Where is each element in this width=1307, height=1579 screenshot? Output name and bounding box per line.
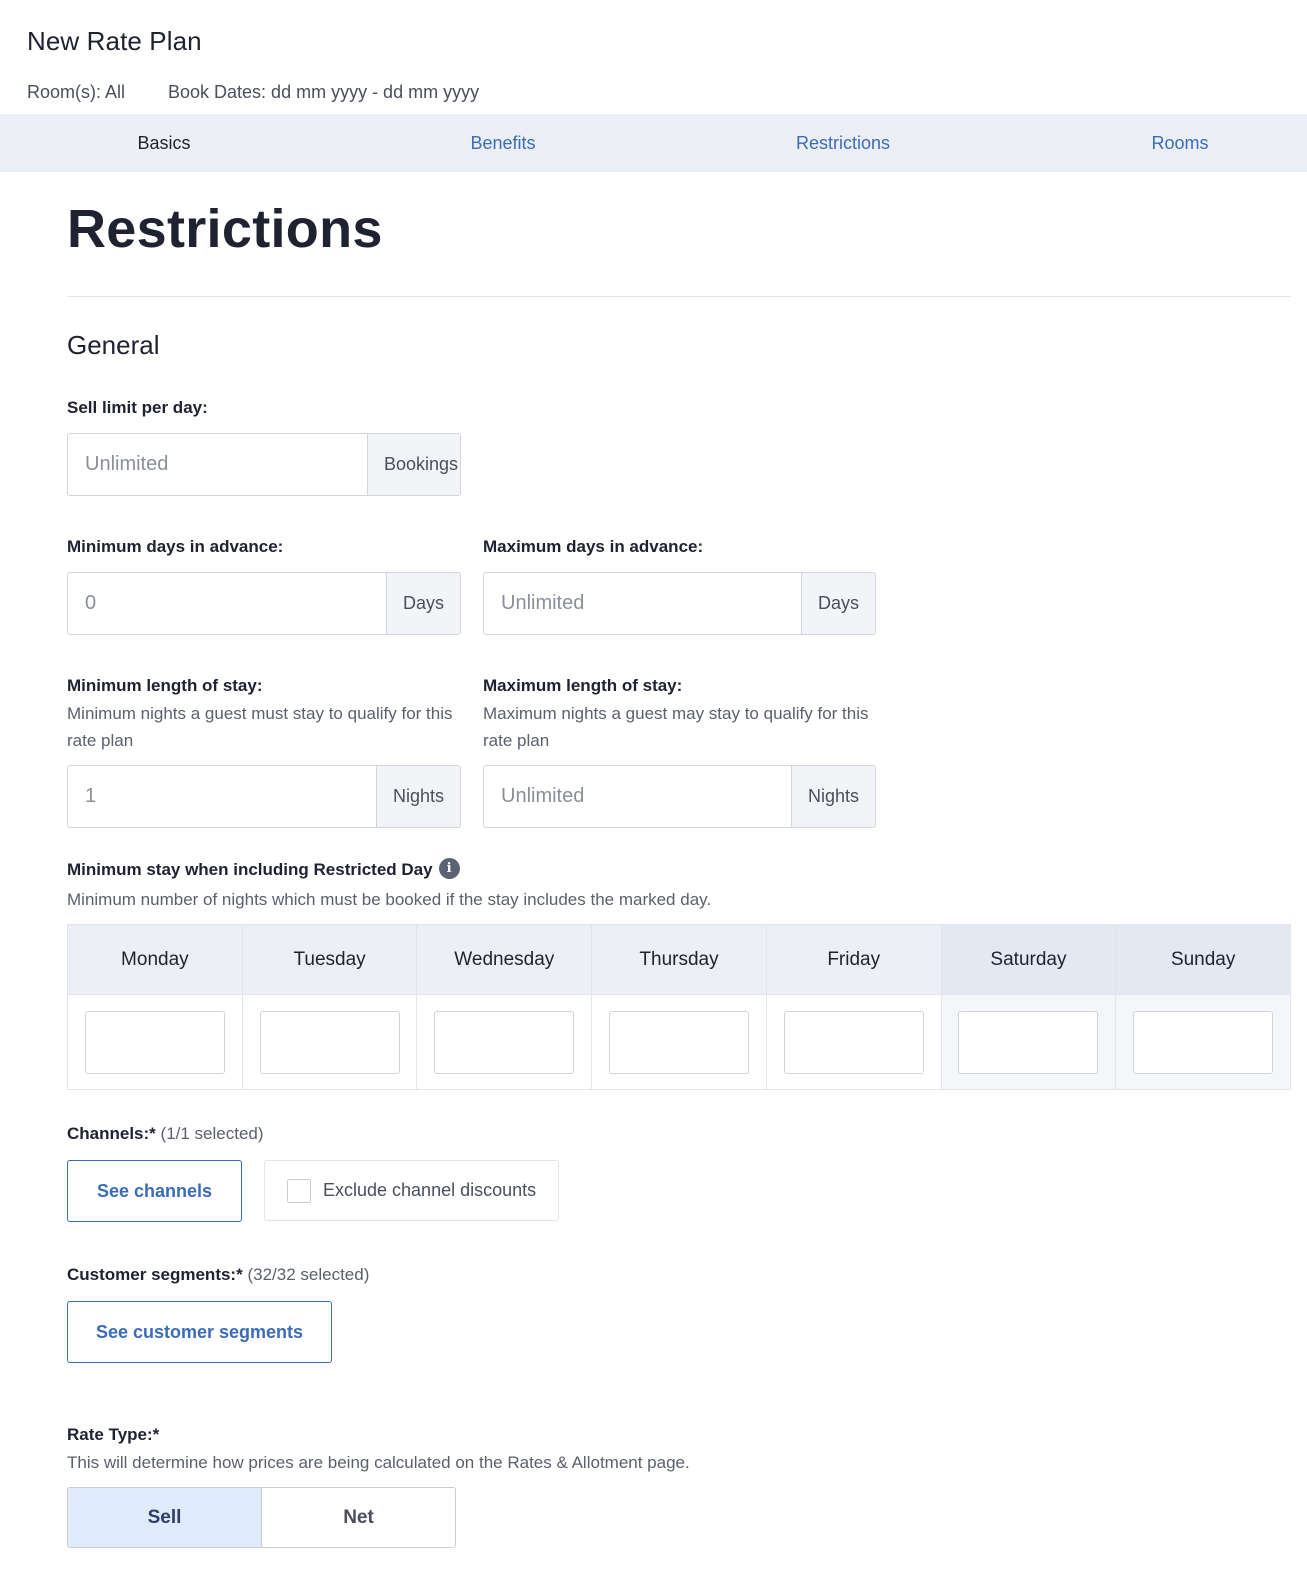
page-title: Restrictions bbox=[67, 199, 383, 259]
divider bbox=[67, 296, 1291, 297]
max-los-hint: Maximum nights a guest may stay to quali… bbox=[483, 704, 869, 750]
day-column-saturday: Saturday bbox=[941, 925, 1117, 1089]
restricted-day-label-row: Minimum stay when including Restricted D… bbox=[67, 858, 460, 881]
max-days-advance-group: Days bbox=[483, 572, 876, 635]
tab-restrictions[interactable]: Restrictions bbox=[796, 114, 890, 172]
max-los-label: Maximum length of stay: bbox=[483, 676, 683, 695]
day-header: Saturday bbox=[941, 925, 1116, 995]
day-input-thursday[interactable] bbox=[609, 1010, 750, 1074]
max-days-advance-unit: Days bbox=[800, 573, 875, 634]
day-column-tuesday: Tuesday bbox=[242, 925, 418, 1089]
rate-type-sell-button[interactable]: Sell bbox=[68, 1488, 262, 1547]
channels-count: (1/1 selected) bbox=[160, 1124, 264, 1143]
restricted-day-label: Minimum stay when including Restricted D… bbox=[67, 860, 433, 879]
min-los-hint: Minimum nights a guest must stay to qual… bbox=[67, 704, 453, 750]
day-header: Monday bbox=[68, 925, 242, 995]
sell-limit-unit: Bookings bbox=[367, 434, 460, 495]
min-days-advance-group: Days bbox=[67, 572, 461, 635]
max-los-input[interactable] bbox=[484, 766, 791, 827]
min-days-advance-label: Minimum days in advance: bbox=[67, 537, 284, 556]
day-input-friday[interactable] bbox=[783, 1010, 924, 1074]
max-days-advance-input[interactable] bbox=[484, 573, 801, 634]
channels-label: Channels:* bbox=[67, 1124, 156, 1143]
info-icon[interactable]: i bbox=[438, 858, 460, 880]
max-los-unit: Nights bbox=[790, 766, 875, 827]
tab-benefits[interactable]: Benefits bbox=[470, 114, 535, 172]
rate-type-hint: This will determine how prices are being… bbox=[67, 1453, 690, 1472]
day-header: Wednesday bbox=[417, 925, 592, 995]
restricted-day-hint: Minimum number of nights which must be b… bbox=[67, 890, 712, 909]
rate-type-label: Rate Type:* bbox=[67, 1425, 160, 1444]
exclude-channel-discounts-label: Exclude channel discounts bbox=[323, 1180, 537, 1200]
segments-label: Customer segments:* bbox=[67, 1265, 243, 1284]
book-dates-meta: Book Dates: dd mm yyyy - dd mm yyyy bbox=[168, 82, 480, 102]
day-column-monday: Monday bbox=[68, 925, 243, 1089]
day-input-saturday[interactable] bbox=[958, 1010, 1099, 1074]
day-column-sunday: Sunday bbox=[1116, 925, 1291, 1089]
day-column-wednesday: Wednesday bbox=[417, 925, 593, 1089]
day-input-sunday[interactable] bbox=[1133, 1010, 1274, 1074]
day-input-wednesday[interactable] bbox=[434, 1010, 575, 1074]
see-channels-button[interactable]: See channels bbox=[67, 1160, 242, 1222]
day-input-tuesday[interactable] bbox=[259, 1010, 400, 1074]
day-column-thursday: Thursday bbox=[592, 925, 767, 1089]
sell-limit-group: Bookings bbox=[67, 433, 461, 496]
day-header: Sunday bbox=[1116, 925, 1291, 995]
restricted-days-table: Monday Tuesday Wednesday Thursday Friday… bbox=[67, 924, 1291, 1090]
min-los-unit: Nights bbox=[375, 766, 460, 827]
min-los-input[interactable] bbox=[68, 766, 376, 827]
min-days-advance-unit: Days bbox=[385, 573, 460, 634]
section-title: General bbox=[67, 330, 160, 360]
min-los-group: Nights bbox=[67, 765, 461, 828]
see-customer-segments-button[interactable]: See customer segments bbox=[67, 1301, 332, 1363]
exclude-channel-discounts-toggle[interactable]: Exclude channel discounts bbox=[264, 1160, 559, 1221]
max-days-advance-label: Maximum days in advance: bbox=[483, 537, 704, 556]
rate-type-net-button[interactable]: Net bbox=[262, 1488, 455, 1547]
tab-basics[interactable]: Basics bbox=[137, 114, 190, 172]
tab-rooms[interactable]: Rooms bbox=[1151, 114, 1208, 172]
day-header: Tuesday bbox=[242, 925, 417, 995]
channels-label-row: Channels:* (1/1 selected) bbox=[67, 1124, 264, 1144]
day-input-monday[interactable] bbox=[84, 1010, 225, 1074]
day-column-friday: Friday bbox=[766, 925, 942, 1089]
segments-label-row: Customer segments:* (32/32 selected) bbox=[67, 1265, 369, 1285]
rooms-meta: Room(s): All bbox=[27, 82, 126, 102]
segments-count: (32/32 selected) bbox=[247, 1265, 370, 1284]
app-title: New Rate Plan bbox=[27, 26, 202, 56]
max-los-group: Nights bbox=[483, 765, 876, 828]
sell-limit-input[interactable] bbox=[68, 434, 367, 495]
day-header: Friday bbox=[766, 925, 941, 995]
exclude-channel-discounts-checkbox[interactable] bbox=[287, 1178, 311, 1203]
rate-type-toggle: Sell Net bbox=[67, 1487, 456, 1548]
day-header: Thursday bbox=[592, 925, 766, 995]
min-los-label: Minimum length of stay: bbox=[67, 676, 263, 695]
sell-limit-label: Sell limit per day: bbox=[67, 398, 208, 417]
tab-bar: Basics Benefits Restrictions Rooms bbox=[0, 114, 1307, 172]
min-days-advance-input[interactable] bbox=[68, 573, 386, 634]
